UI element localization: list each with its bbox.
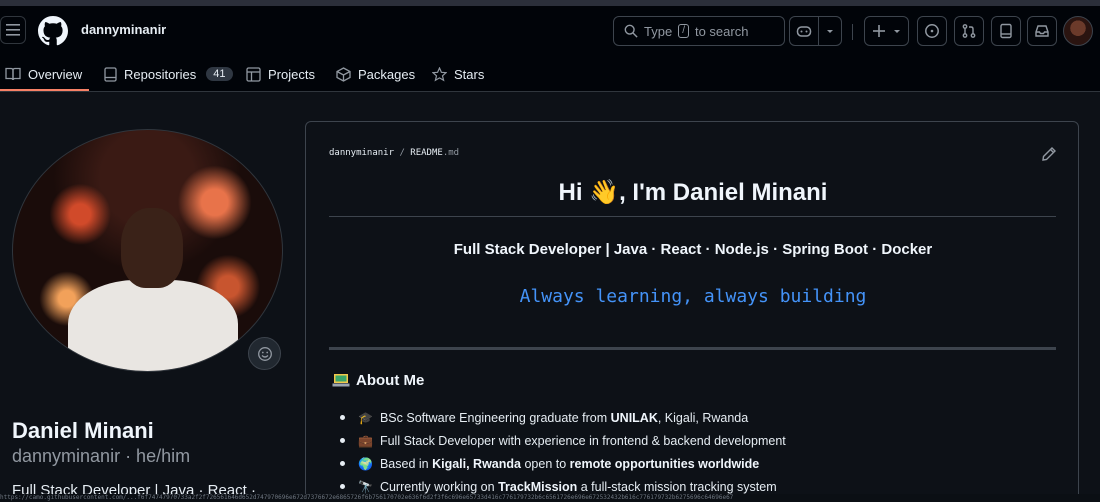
readme-tagline: Full Stack Developer | Java · React · No…	[453, 241, 933, 258]
star-icon	[432, 66, 447, 82]
create-new-button[interactable]	[864, 16, 909, 46]
item-text-pre: Based in	[379, 456, 433, 471]
item-text-pre: Currently working on	[379, 479, 499, 494]
search-input[interactable]: Type / to search	[613, 16, 785, 46]
header-divider	[852, 24, 853, 40]
issue-circle-icon	[925, 24, 939, 38]
item-text-bold: Kigali, Rwanda	[432, 456, 521, 471]
item-text-bold-2: remote opportunities worldwide	[569, 456, 760, 471]
about-me-list: 🎓 BSc Software Engineering graduate from…	[340, 406, 1060, 498]
laptop-emoji-icon	[332, 373, 350, 386]
item-text-bold: TrackMission	[498, 479, 578, 494]
list-item: 💼 Full Stack Developer with experience i…	[340, 429, 1060, 452]
user-avatar-menu[interactable]	[1063, 16, 1093, 46]
list-item-text: Based in Kigali, Rwanda open to remote o…	[380, 457, 759, 471]
top-header: dannyminanir Type / to search Overview R…	[0, 6, 1100, 92]
readme-thick-divider	[329, 347, 1056, 350]
list-item: 🎓 BSc Software Engineering graduate from…	[340, 406, 1060, 429]
readme-divider	[329, 216, 1056, 217]
issues-button[interactable]	[917, 16, 947, 46]
readme-heading: Hi 👋, I'm Daniel Minani	[558, 179, 828, 206]
search-icon	[624, 24, 638, 38]
pull-request-icon	[962, 24, 976, 38]
tab-projects-label: Projects	[268, 66, 315, 82]
plus-icon	[872, 25, 885, 37]
list-item-text: BSc Software Engineering graduate from U…	[380, 411, 748, 425]
chevron-down-icon	[827, 30, 833, 33]
about-me-title: About Me	[356, 372, 425, 389]
repositories-count-badge: 41	[206, 67, 233, 81]
set-status-button[interactable]	[248, 337, 281, 370]
bullet-dot	[340, 461, 345, 466]
readme-path: dannyminanir / README.md	[329, 148, 459, 158]
inbox-icon	[1035, 25, 1049, 37]
copilot-dropdown-button[interactable]	[818, 16, 842, 46]
tab-stars-label: Stars	[454, 66, 485, 82]
search-placeholder-prefix: Type	[644, 23, 673, 39]
header-username[interactable]: dannyminanir	[81, 22, 166, 37]
pull-requests-button[interactable]	[954, 16, 984, 46]
profile-avatar[interactable]	[12, 129, 283, 372]
tab-overview-label: Overview	[28, 66, 83, 82]
item-text-pre: BSc Software Engineering graduate from	[379, 410, 611, 425]
graduation-cap-icon: 🎓	[358, 410, 373, 425]
readme-path-ext: .md	[442, 148, 460, 158]
profile-full-name: Daniel Minani	[12, 418, 154, 443]
repo-icon	[1000, 23, 1012, 39]
readme-path-owner[interactable]: dannyminanir	[329, 148, 394, 158]
copilot-button[interactable]	[789, 16, 819, 46]
tab-projects[interactable]: Projects	[246, 56, 315, 92]
inbox-button[interactable]	[1027, 16, 1057, 46]
package-icon	[336, 66, 351, 82]
repositories-shortcut-button[interactable]	[991, 16, 1021, 46]
item-text-post: , Kigali, Rwanda	[657, 410, 749, 425]
tab-overview[interactable]: Overview	[5, 56, 82, 92]
status-url-bar: https://camo.githubusercontent.com/...f6…	[0, 494, 1100, 502]
active-tab-indicator	[0, 89, 89, 91]
avatar-photo-head	[121, 208, 183, 288]
search-shortcut-key: /	[678, 24, 689, 38]
bullet-dot	[340, 484, 345, 489]
chevron-down-icon	[893, 30, 900, 33]
list-item-text: Full Stack Developer with experience in …	[379, 433, 786, 448]
table-icon	[246, 66, 261, 82]
tab-repositories-label: Repositories	[124, 66, 197, 82]
hamburger-icon	[6, 24, 20, 36]
smiley-icon	[257, 346, 272, 361]
tab-packages[interactable]: Packages	[336, 56, 415, 92]
tab-repositories[interactable]: Repositories 41	[104, 56, 233, 92]
bullet-dot	[340, 415, 345, 420]
menu-button[interactable]	[0, 16, 26, 44]
list-item: 🌍 Based in Kigali, Rwanda open to remote…	[340, 452, 1060, 475]
item-text-post: a full-stack mission tracking system	[577, 479, 777, 494]
profile-login-pronouns: dannyminanir · he/him	[12, 446, 191, 466]
list-item-text: Currently working on TrackMission a full…	[380, 480, 777, 494]
header-bar: dannyminanir Type / to search	[0, 6, 1100, 56]
copilot-icon	[796, 26, 812, 37]
briefcase-icon: 💼	[358, 433, 373, 448]
search-placeholder-suffix: to search	[694, 23, 749, 39]
globe-icon: 🌍	[358, 456, 373, 471]
book-icon	[5, 67, 21, 81]
readme-card: dannyminanir / README.md Hi 👋, I'm Danie…	[305, 121, 1079, 502]
typing-banner[interactable]: Always learning, always building	[306, 286, 1080, 307]
item-text-post: open to	[520, 456, 570, 471]
about-me-heading: About Me	[332, 372, 424, 389]
repo-icon	[104, 66, 117, 82]
bullet-dot	[340, 438, 345, 443]
readme-path-separator: /	[399, 148, 405, 158]
telescope-icon: 🔭	[358, 479, 373, 494]
tab-packages-label: Packages	[358, 66, 416, 82]
profile-tabs: Overview Repositories 41 Projects Packag…	[0, 56, 1100, 92]
avatar-photo-shirt	[68, 280, 238, 371]
tab-stars[interactable]: Stars	[432, 56, 484, 92]
github-logo-icon[interactable]	[38, 16, 68, 46]
edit-pencil-icon[interactable]	[1041, 146, 1057, 162]
item-text-bold: UNILAK	[610, 410, 658, 425]
readme-path-file[interactable]: README	[410, 148, 443, 158]
